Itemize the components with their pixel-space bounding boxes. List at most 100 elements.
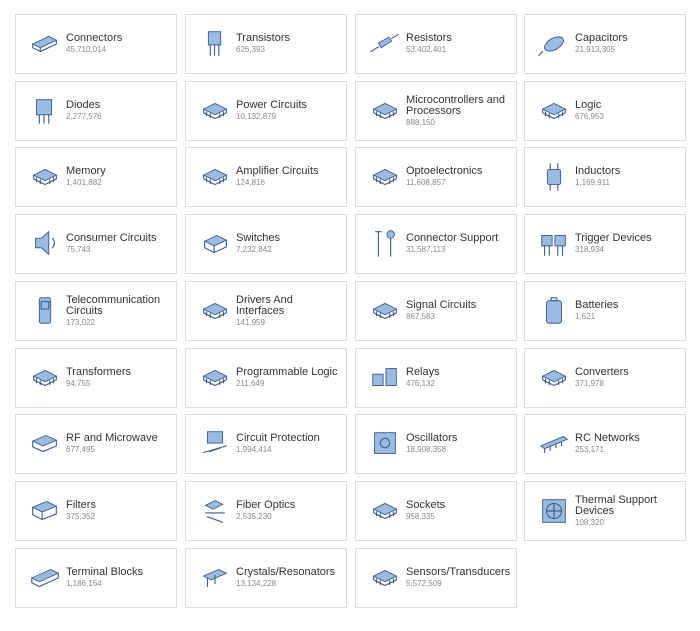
category-text: Terminal Blocks 1,186,164 [66, 549, 170, 607]
switch-icon [198, 227, 232, 261]
category-count: 371,978 [575, 379, 604, 388]
category-card-drivers-and-interfaces[interactable]: Drivers And Interfaces 141,959 [185, 281, 347, 341]
category-card-fiber-optics[interactable]: Fiber Optics 2,535,230 [185, 481, 347, 541]
category-card-memory[interactable]: Memory 1,401,882 [15, 147, 177, 207]
category-card-sensors-transducers[interactable]: Sensors/Transducers 5,572,509 [355, 548, 517, 608]
memory-chip-icon [28, 160, 62, 194]
category-count: 2,535,230 [236, 512, 272, 521]
category-card-logic[interactable]: Logic 676,953 [524, 81, 686, 141]
category-count: 2,277,576 [66, 112, 102, 121]
sensor-chip-icon [368, 561, 402, 595]
category-text: Filters 375,352 [66, 482, 170, 540]
battery-icon [537, 294, 571, 328]
category-count: 888,150 [406, 117, 435, 127]
category-count: 1,994,414 [236, 445, 272, 454]
category-count: 958,335 [406, 512, 435, 521]
category-count: 173,022 [66, 317, 95, 327]
category-card-thermal-support-devices[interactable]: Thermal Support Devices 108,320 [524, 481, 686, 541]
category-name: Converters [575, 366, 629, 378]
trigger-device-icon [537, 227, 571, 261]
resistor-icon [368, 27, 402, 61]
category-card-transformers[interactable]: Transformers 94,755 [15, 348, 177, 408]
category-count: 1,186,164 [66, 579, 102, 588]
speaker-icon [28, 227, 62, 261]
category-count: 45,710,014 [66, 45, 107, 54]
signal-chip-icon [368, 294, 402, 328]
category-card-trigger-devices[interactable]: Trigger Devices 318,934 [524, 214, 686, 274]
diode-icon [28, 94, 62, 128]
category-count: 10,132,879 [236, 112, 277, 121]
category-card-diodes[interactable]: Diodes 2,277,576 [15, 81, 177, 141]
category-card-terminal-blocks[interactable]: Terminal Blocks 1,186,164 [15, 548, 177, 608]
category-card-relays[interactable]: Relays 476,132 [355, 348, 517, 408]
rc-network-icon [537, 427, 571, 461]
category-card-filters[interactable]: Filters 375,352 [15, 481, 177, 541]
category-name: Programmable Logic [236, 366, 338, 378]
category-name: Transformers [66, 366, 131, 378]
category-card-programmable-logic[interactable]: Programmable Logic 211,649 [185, 348, 347, 408]
category-card-optoelectronics[interactable]: Optoelectronics 11,608,857 [355, 147, 517, 207]
category-card-circuit-protection[interactable]: Circuit Protection 1,994,414 [185, 414, 347, 474]
category-card-switches[interactable]: Switches 7,232,842 [185, 214, 347, 274]
category-count: 13,134,228 [236, 579, 277, 588]
category-card-rf-and-microwave[interactable]: RF and Microwave 677,495 [15, 414, 177, 474]
category-name: Optoelectronics [406, 165, 483, 177]
category-text: Fiber Optics 2,535,230 [236, 482, 340, 540]
logic-chip-icon [537, 94, 571, 128]
category-name: RC Networks [575, 432, 640, 444]
category-card-microcontrollers-and-processors[interactable]: Microcontrollers and Processors 888,150 [355, 81, 517, 141]
category-count: 31,587,113 [406, 245, 446, 254]
category-count: 21,913,305 [575, 45, 616, 54]
category-text: Memory 1,401,882 [66, 148, 170, 206]
category-count: 677,495 [66, 445, 95, 454]
socket-icon [368, 494, 402, 528]
filter-icon [28, 494, 62, 528]
category-text: Programmable Logic 211,649 [236, 349, 340, 407]
category-count: 676,953 [575, 112, 604, 121]
category-card-sockets[interactable]: Sockets 958,335 [355, 481, 517, 541]
category-count: 11,608,857 [406, 178, 446, 187]
category-name: Consumer Circuits [66, 232, 157, 244]
capacitor-icon [537, 27, 571, 61]
category-card-inductors[interactable]: Inductors 1,169,911 [524, 147, 686, 207]
category-name: Resistors [406, 32, 452, 44]
category-text: RF and Microwave 677,495 [66, 415, 170, 473]
category-card-power-circuits[interactable]: Power Circuits 10,132,879 [185, 81, 347, 141]
category-card-converters[interactable]: Converters 371,978 [524, 348, 686, 408]
category-name: Diodes [66, 99, 101, 111]
terminal-block-icon [28, 561, 62, 595]
category-card-oscillators[interactable]: Oscillators 18,908,358 [355, 414, 517, 474]
category-card-connectors[interactable]: Connectors 45,710,014 [15, 14, 177, 74]
fan-icon [537, 494, 571, 528]
category-card-consumer-circuits[interactable]: Consumer Circuits 75,743 [15, 214, 177, 274]
category-count: 94,755 [66, 379, 91, 388]
category-card-signal-circuits[interactable]: Signal Circuits 867,583 [355, 281, 517, 341]
transistor-icon [198, 27, 232, 61]
power-circuit-icon [198, 94, 232, 128]
category-card-telecommunication-circuits[interactable]: Telecommunication Circuits 173,022 [15, 281, 177, 341]
category-name: Logic [575, 99, 602, 111]
category-count: 141,959 [236, 317, 265, 327]
category-count: 1,621 [575, 312, 596, 321]
category-text: RC Networks 253,171 [575, 415, 679, 473]
category-card-batteries[interactable]: Batteries 1,621 [524, 281, 686, 341]
transformer-icon [28, 361, 62, 395]
optoelectronics-icon [368, 160, 402, 194]
category-text: Connector Support 31,587,113 [406, 215, 510, 273]
category-text: Diodes 2,277,576 [66, 82, 170, 140]
category-card-resistors[interactable]: Resistors 53,402,401 [355, 14, 517, 74]
category-count: 7,232,842 [236, 245, 272, 254]
category-text: Trigger Devices 318,934 [575, 215, 679, 273]
category-card-capacitors[interactable]: Capacitors 21,913,305 [524, 14, 686, 74]
fiber-optic-icon [198, 494, 232, 528]
category-card-connector-support[interactable]: Connector Support 31,587,113 [355, 214, 517, 274]
category-text: Batteries 1,621 [575, 282, 679, 340]
category-name: Power Circuits [236, 99, 307, 111]
category-card-amplifier-circuits[interactable]: Amplifier Circuits 124,816 [185, 147, 347, 207]
category-count: 5,572,509 [406, 579, 442, 588]
category-text: Oscillators 18,908,358 [406, 415, 510, 473]
category-card-crystals-resonators[interactable]: Crystals/Resonators 13,134,228 [185, 548, 347, 608]
category-card-transistors[interactable]: Transistors 626,393 [185, 14, 347, 74]
category-card-rc-networks[interactable]: RC Networks 253,171 [524, 414, 686, 474]
category-text: Microcontrollers and Processors 888,150 [406, 82, 510, 140]
